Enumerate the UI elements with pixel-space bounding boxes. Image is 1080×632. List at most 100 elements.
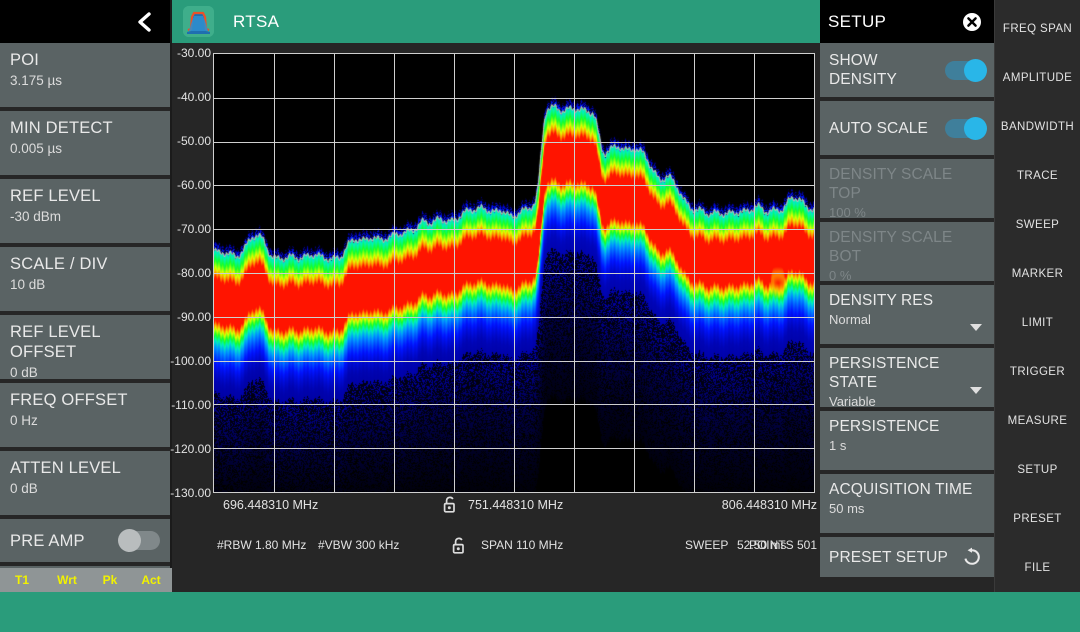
y-axis-tick: -70.00 <box>176 222 211 236</box>
y-axis-tick: -110.00 <box>171 398 211 412</box>
y-axis-tick: -100.00 <box>170 354 211 368</box>
param-item-freq-offset[interactable]: FREQ OFFSET 0 Hz <box>0 383 170 451</box>
grid-line-horizontal <box>214 448 814 449</box>
unlocked-padlock-icon[interactable] <box>443 496 457 513</box>
param-label: MIN DETECT <box>10 119 113 137</box>
grid-lines <box>214 54 814 492</box>
freq-start-label: 696.448310 MHz <box>223 498 319 512</box>
pre-amp-row[interactable]: PRE AMP <box>0 519 170 566</box>
rtsa-application-window: POI 3.175 µs MIN DETECT 0.005 µs REF LEVEL -3… <box>0 0 1080 632</box>
plot-wrapper: -30.00 -40.00 -50.00 -60.00 -70.00 -80.00 -90.… <box>170 43 820 592</box>
param-value: 0 dB <box>10 481 38 496</box>
pre-amp-label: PRE AMP <box>10 531 85 550</box>
menu-button-limit[interactable]: LIMIT <box>995 298 1080 347</box>
setup-item-label: DENSITY RES <box>829 292 934 309</box>
param-label: SCALE / DIV <box>10 255 108 273</box>
setup-item-value: 0 % <box>829 268 852 283</box>
setup-item-density-res[interactable]: DENSITY RES Normal <box>820 285 994 344</box>
app-title-bar: RTSA <box>172 0 820 43</box>
menu-button-measure[interactable]: MEASURE <box>995 396 1080 445</box>
setup-item-persistence-state[interactable]: PERSISTENCE STATE Variable <box>820 348 994 409</box>
freq-stop-label: 806.448310 MHz <box>721 498 817 512</box>
menu-button-trigger[interactable]: TRIGGER <box>995 347 1080 396</box>
toggle-knob <box>964 116 987 140</box>
setup-item-auto-scale[interactable]: AUTO SCALE <box>820 101 994 155</box>
param-item-scale-div[interactable]: SCALE / DIV 10 dB <box>0 247 170 315</box>
rbw-label: #RBW 1.80 MHz <box>217 538 307 552</box>
menu-button-file[interactable]: FILE <box>995 543 1080 592</box>
menu-button-sweep[interactable]: SWEEP <box>995 200 1080 249</box>
setup-panel-title: SETUP <box>828 11 887 31</box>
setup-item-label: PERSISTENCE STATE <box>829 355 940 391</box>
unlocked-padlock-icon[interactable] <box>452 537 466 554</box>
chevron-down-icon[interactable] <box>970 324 982 331</box>
menu-button-bandwidth[interactable]: BANDWIDTH <box>995 102 1080 151</box>
reset-arrow-icon <box>962 547 982 567</box>
menu-button-marker[interactable]: MARKER <box>995 249 1080 298</box>
parameter-list: POI 3.175 µs MIN DETECT 0.005 µs REF LEVEL -3… <box>0 43 170 519</box>
traces-header-row[interactable]: T1 Wrt Pk Act <box>0 568 172 592</box>
bottom-accent-strip <box>0 592 1080 632</box>
trace-column-act[interactable]: Act <box>130 573 172 587</box>
left-parameter-sidebar: POI 3.175 µs MIN DETECT 0.005 µs REF LEVEL -3… <box>0 0 172 592</box>
grid-line-horizontal <box>214 229 814 230</box>
param-value: -30 dBm <box>10 209 62 224</box>
grid-line-horizontal <box>214 98 814 99</box>
menu-button-freq-span[interactable]: FREQ SPAN <box>995 4 1080 53</box>
param-item-ref-level-offset[interactable]: REF LEVEL OFFSET 0 dB <box>0 315 170 383</box>
y-axis-tick: -80.00 <box>176 266 211 280</box>
param-item-ref-level[interactable]: REF LEVEL -30 dBm <box>0 179 170 247</box>
toggle-knob <box>118 529 141 552</box>
chevron-down-icon[interactable] <box>970 387 982 394</box>
menu-button-setup[interactable]: SETUP <box>995 445 1080 494</box>
setup-toggle-show-density[interactable] <box>945 58 987 82</box>
setup-item-value: 50 ms <box>829 501 865 516</box>
setup-panel: SETUP SHOW DENSITY AUTO SCALE DENSITY SCAL… <box>820 0 994 592</box>
span-label: SPAN 110 MHz <box>481 538 564 552</box>
spectrum-grid[interactable] <box>213 53 815 493</box>
param-item-min-detect[interactable]: MIN DETECT 0.005 µs <box>0 111 170 179</box>
param-item-poi[interactable]: POI 3.175 µs <box>0 43 170 111</box>
points-label: POINTS 501 <box>748 538 817 552</box>
param-value: 0.005 µs <box>10 141 63 156</box>
y-axis-tick: -120.00 <box>170 442 211 456</box>
param-value: 0 dB <box>10 365 38 380</box>
y-axis-ticks: -30.00 -40.00 -50.00 -60.00 -70.00 -80.00 -90.… <box>170 43 214 503</box>
grid-line-horizontal <box>214 142 814 143</box>
pre-amp-toggle[interactable] <box>118 529 160 552</box>
y-axis-tick: -40.00 <box>176 90 211 104</box>
setup-item-label: PERSISTENCE <box>829 418 940 435</box>
setup-item-acquisition-time[interactable]: ACQUISITION TIME 50 ms <box>820 474 994 533</box>
spectrum-thumbnail-icon[interactable] <box>183 6 214 37</box>
preset-setup-button[interactable]: PRESET SETUP <box>820 537 994 577</box>
y-axis-tick: -60.00 <box>176 178 211 192</box>
freq-center-label: 751.448310 MHz <box>468 498 564 512</box>
param-value: 3.175 µs <box>10 73 63 88</box>
menu-button-trace[interactable]: TRACE <box>995 151 1080 200</box>
param-label: REF LEVEL OFFSET <box>10 323 101 361</box>
trace-column-wrt[interactable]: Wrt <box>44 573 90 587</box>
menu-button-amplitude[interactable]: AMPLITUDE <box>995 53 1080 102</box>
setup-panel-header: SETUP <box>820 0 994 43</box>
chevron-left-icon[interactable] <box>134 11 154 33</box>
menu-button-preset[interactable]: PRESET <box>995 494 1080 543</box>
y-axis-tick: -90.00 <box>176 310 211 324</box>
setup-item-show-density[interactable]: SHOW DENSITY <box>820 43 994 97</box>
preset-setup-label: PRESET SETUP <box>829 548 948 566</box>
setup-toggle-auto-scale[interactable] <box>945 116 987 140</box>
close-circle-icon[interactable] <box>962 12 982 32</box>
param-item-atten-level[interactable]: ATTEN LEVEL 0 dB <box>0 451 170 519</box>
param-value: 10 dB <box>10 277 46 292</box>
setup-item-list: SHOW DENSITY AUTO SCALE DENSITY SCALE TOP 1… <box>820 43 994 537</box>
sweep-label: SWEEP <box>685 538 729 552</box>
sidebar-header <box>0 0 170 43</box>
setup-item-label: SHOW DENSITY <box>829 52 897 88</box>
setup-item-persistence[interactable]: PERSISTENCE 1 s <box>820 411 994 470</box>
grid-line-horizontal <box>214 361 814 362</box>
param-label: ATTEN LEVEL <box>10 459 122 477</box>
trace-column-pk[interactable]: Pk <box>90 573 130 587</box>
setup-item-density-scale-top: DENSITY SCALE TOP 100 % <box>820 159 994 220</box>
spectrum-display-area: RTSA -30.00 -40.00 -50.00 -60.00 -70.00 -80.0… <box>170 0 820 592</box>
trace-column-t1[interactable]: T1 <box>0 573 44 587</box>
param-value: 0 Hz <box>10 413 38 428</box>
